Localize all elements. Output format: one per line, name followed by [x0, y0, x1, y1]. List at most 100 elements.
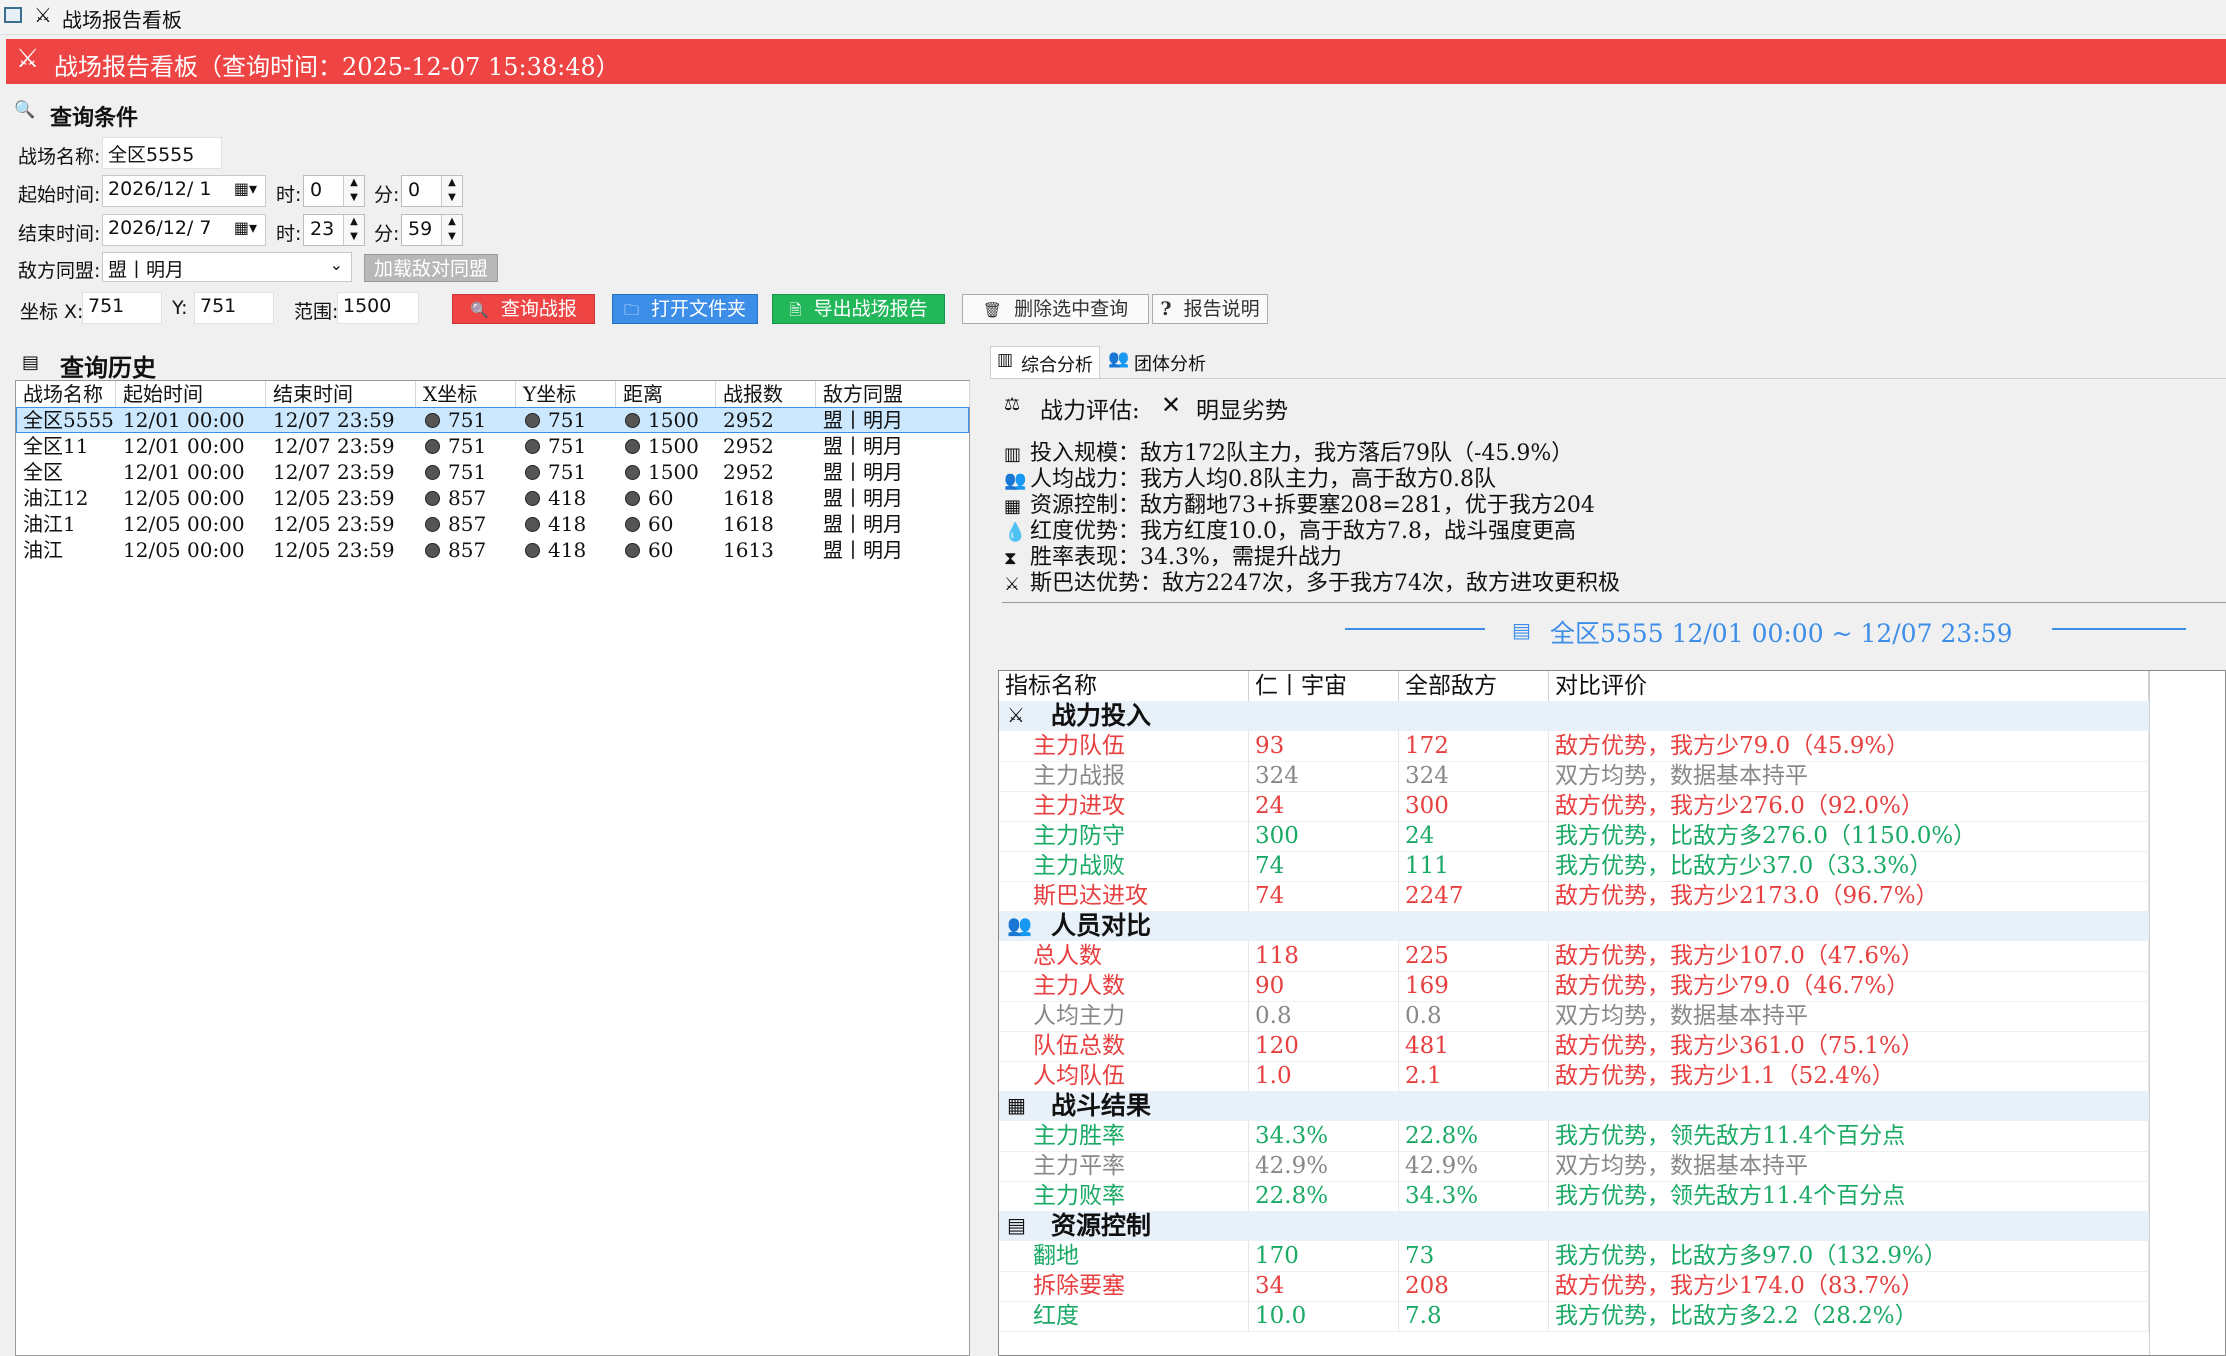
open-folder-button[interactable]: 🗀 打开文件夹	[612, 294, 758, 324]
history-cell: 12/05 00:00	[116, 537, 266, 563]
start-date-value: 2026/12/ 1	[108, 178, 212, 200]
indicator-ours-cell: 300	[1249, 821, 1399, 851]
coord-y-input[interactable]: 751	[194, 292, 274, 324]
spin-down-icon[interactable]: ▼	[441, 191, 462, 206]
indicator-name-cell: 主力战报	[999, 761, 1249, 791]
report-help-label: 报告说明	[1183, 298, 1260, 320]
calendar-dropdown-icon[interactable]: ▦▾	[234, 218, 257, 237]
history-cell: 全区	[16, 459, 116, 485]
indicator-column-header[interactable]: 仁丨宇宙	[1249, 671, 1399, 701]
history-column-header[interactable]: Y坐标	[516, 381, 616, 407]
spin-up-icon[interactable]: ▲	[343, 176, 364, 191]
export-report-button[interactable]: 🗎 导出战场报告	[772, 294, 945, 324]
table-row[interactable]: 主力战报 324 324 双方均势，数据基本持平	[999, 761, 2149, 792]
range-input[interactable]: 1500	[337, 292, 419, 324]
indicator-enemy-cell: 111	[1399, 851, 1549, 881]
summary-line-text: 人均战力：我方人均0.8队主力，高于敌方0.8队	[1030, 467, 1496, 492]
query-report-button[interactable]: 🔍 查询战报	[452, 294, 595, 324]
history-column-header[interactable]: X坐标	[416, 381, 516, 407]
history-cell: 60	[616, 485, 716, 511]
calendar-dropdown-icon[interactable]: ▦▾	[234, 179, 257, 198]
load-enemy-alliance-button[interactable]: 加载敌对同盟	[364, 254, 498, 282]
history-column-header[interactable]: 敌方同盟	[816, 381, 970, 407]
spin-up-icon[interactable]: ▲	[343, 215, 364, 230]
table-row[interactable]: 红度 10.0 7.8 我方优势，比敌方多2.2（28.2%）	[999, 1301, 2149, 1332]
table-row[interactable]: 全区11 12/01 00:00 12/07 23:59 751 751 1500 2952…	[16, 433, 969, 459]
circle-icon	[625, 491, 640, 506]
history-cell: 857	[416, 485, 516, 511]
table-row[interactable]: 全区 12/01 00:00 12/07 23:59 751 751 1500 2952 盟丨…	[16, 459, 969, 485]
indicator-column-header[interactable]: 对比评价	[1549, 671, 2149, 701]
history-column-header[interactable]: 距离	[616, 381, 716, 407]
table-row[interactable]: 人均主力 0.8 0.8 双方均势，数据基本持平	[999, 1001, 2149, 1032]
end-date-picker[interactable]: 2026/12/ 7 ▦▾	[102, 214, 266, 246]
spin-down-icon[interactable]: ▼	[343, 191, 364, 206]
table-row[interactable]: 主力败率 22.8% 34.3% 我方优势，领先敌方11.4个百分点	[999, 1181, 2149, 1212]
delete-query-button[interactable]: 🗑 删除选中查询	[962, 294, 1149, 324]
history-cell-text: 盟丨明月	[823, 538, 903, 562]
start-time-label: 起始时间:	[18, 184, 101, 206]
table-row[interactable]: 主力人数 90 169 敌方优势，我方少79.0（46.7%）	[999, 971, 2149, 1002]
table-row[interactable]: 油江12 12/05 00:00 12/05 23:59 857 418 60 1618 盟丨…	[16, 485, 969, 511]
indicator-name-cell: 总人数	[999, 941, 1249, 971]
indicator-column-header[interactable]: 指标名称	[999, 671, 1249, 701]
indicator-column-header[interactable]: 全部敌方	[1399, 671, 1549, 701]
table-row[interactable]: 翻地 170 73 我方优势，比敌方多97.0（132.9%）	[999, 1241, 2149, 1272]
assessment-value: 明显劣势	[1196, 398, 1288, 424]
table-row[interactable]: 主力平率 42.9% 42.9% 双方均势，数据基本持平	[999, 1151, 2149, 1182]
history-cell-text: 12/01 00:00	[123, 408, 245, 432]
table-row[interactable]: 油江 12/05 00:00 12/05 23:59 857 418 60 1613 盟丨明月	[16, 537, 969, 563]
clipboard-icon: ▤	[1512, 618, 1531, 642]
history-column-header[interactable]: 战场名称	[16, 381, 116, 407]
end-hour-spinner[interactable]: 23 ▲ ▼	[303, 214, 365, 246]
table-row[interactable]: 主力战败 74 111 我方优势，比敌方少37.0（33.3%）	[999, 851, 2149, 882]
history-cell-text: 60	[648, 486, 674, 510]
table-row[interactable]: 油江1 12/05 00:00 12/05 23:59 857 418 60 1618 盟丨明…	[16, 511, 969, 537]
indicator-category-label: 人员对比	[1051, 911, 1152, 940]
history-column-header[interactable]: 结束时间	[266, 381, 416, 407]
table-row[interactable]: 拆除要塞 34 208 敌方优势，我方少174.0（83.7%）	[999, 1271, 2149, 1302]
indicator-eval-cell: 敌方优势，我方少79.0（45.9%）	[1549, 731, 2149, 761]
query-section-title: 查询条件	[50, 105, 139, 131]
history-cell-text: 418	[548, 486, 587, 510]
table-row[interactable]: 主力胜率 34.3% 22.8% 我方优势，领先敌方11.4个百分点	[999, 1121, 2149, 1152]
history-cell: 1618	[716, 511, 816, 537]
title-rule-right	[2052, 628, 2186, 630]
spin-down-icon[interactable]: ▼	[441, 230, 462, 245]
start-minute-spinner[interactable]: 0 ▲ ▼	[401, 175, 463, 207]
tab-overview[interactable]: ▥ 综合分析	[990, 346, 1100, 378]
coord-x-input[interactable]: 751	[82, 292, 162, 324]
table-row[interactable]: 人均队伍 1.0 2.1 敌方优势，我方少1.1（52.4%）	[999, 1061, 2149, 1092]
battlefield-name-input[interactable]: 全区5555	[102, 137, 222, 169]
table-row[interactable]: 主力队伍 93 172 敌方优势，我方少79.0（45.9%）	[999, 731, 2149, 762]
start-date-picker[interactable]: 2026/12/ 1 ▦▾	[102, 175, 266, 207]
spin-up-icon[interactable]: ▲	[441, 176, 462, 191]
history-column-header[interactable]: 战报数	[716, 381, 816, 407]
start-hour-spinner[interactable]: 0 ▲ ▼	[303, 175, 365, 207]
tab-team[interactable]: 👥 团体分析	[1104, 346, 1214, 378]
circle-icon	[625, 543, 640, 558]
spin-down-icon[interactable]: ▼	[343, 230, 364, 245]
indicator-category-row: 👥 人员对比	[999, 911, 2149, 941]
summary-line: ⚔ 斯巴达优势：敌方2247次，多于我方74次，敌方进攻更积极	[1004, 571, 2204, 597]
report-help-button[interactable]: ? 报告说明	[1152, 294, 1268, 324]
circle-icon	[525, 439, 540, 454]
table-row[interactable]: 主力进攻 24 300 敌方优势，我方少276.0（92.0%）	[999, 791, 2149, 822]
indicator-table[interactable]: 指标名称 仁丨宇宙 全部敌方 对比评价 ⚔ 战力投入 主力队伍 93 172 敌方优势，我方少79…	[998, 670, 2226, 1356]
table-row[interactable]: 全区5555 12/01 00:00 12/07 23:59 751 751 1500 29…	[16, 407, 969, 433]
spin-up-icon[interactable]: ▲	[441, 215, 462, 230]
history-cell-text: 751	[548, 408, 587, 432]
enemy-alliance-select[interactable]: 盟丨明月 ⌄	[102, 252, 352, 282]
table-row[interactable]: 主力防守 300 24 我方优势，比敌方多276.0（1150.0%）	[999, 821, 2149, 852]
history-table[interactable]: 战场名称 起始时间 结束时间 X坐标 Y坐标 距离 战报数 敌方同盟 全区5555 12/01 …	[15, 380, 970, 1356]
table-row[interactable]: 队伍总数 120 481 敌方优势，我方少361.0（75.1%）	[999, 1031, 2149, 1062]
history-title: 查询历史	[60, 353, 156, 382]
window-title-bar: ⚔ 战场报告看板	[0, 0, 2226, 35]
history-column-header[interactable]: 起始时间	[116, 381, 266, 407]
summary-list: ▥ 投入规模：敌方172队主力，我方落后79队（-45.9%） 👥 人均战力：我方人均…	[1004, 441, 2204, 597]
table-row[interactable]: 总人数 118 225 敌方优势，我方少107.0（47.6%）	[999, 941, 2149, 972]
query-report-label: 查询战报	[500, 298, 577, 320]
table-row[interactable]: 斯巴达进攻 74 2247 敌方优势，我方少2173.0（96.7%）	[999, 881, 2149, 912]
crossed-swords-icon: ⚔	[34, 3, 52, 27]
end-minute-spinner[interactable]: 59 ▲ ▼	[401, 214, 463, 246]
